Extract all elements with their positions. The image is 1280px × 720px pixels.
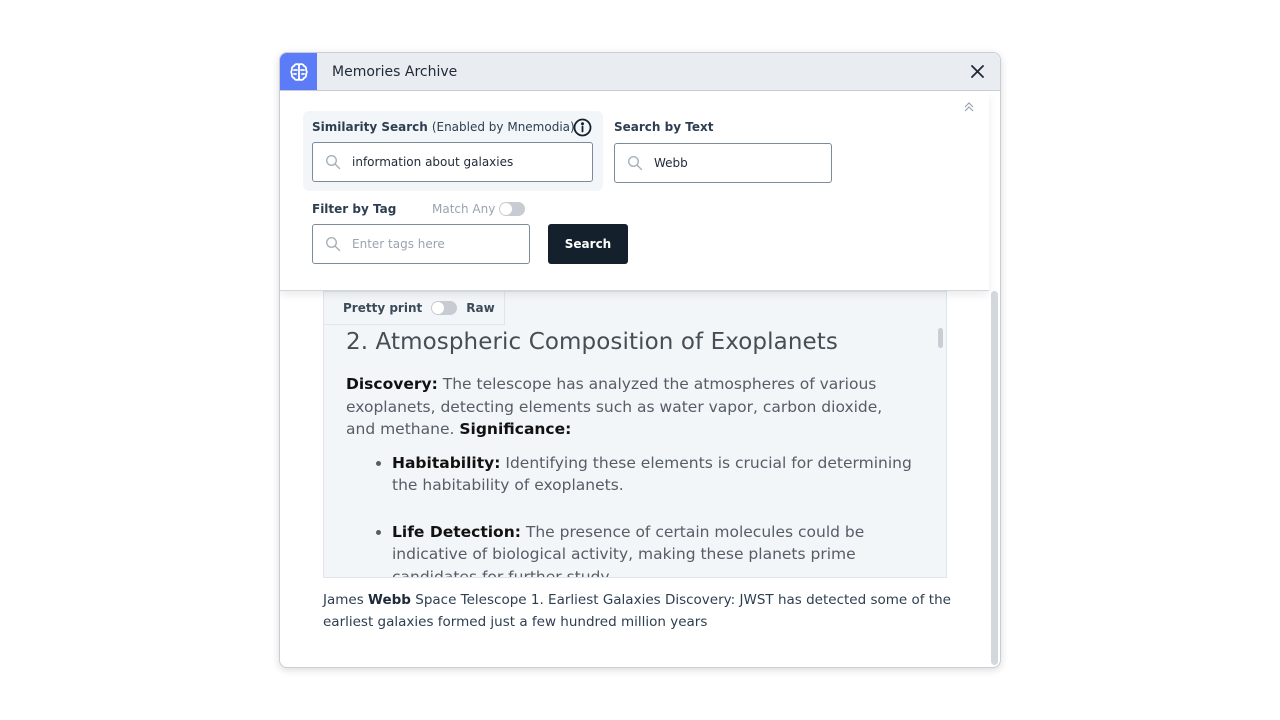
brain-icon <box>280 53 317 90</box>
chevron-double-up-icon <box>964 102 974 112</box>
pretty-print-label: Pretty print <box>343 301 423 315</box>
snippet-text: Space Telescope 1. Earliest Galaxies Dis… <box>323 592 951 630</box>
search-panel: Similarity Search (Enabled by Mnemodia) … <box>280 92 989 291</box>
list-item: Life Detection: The presence of certain … <box>392 521 916 578</box>
info-icon[interactable] <box>573 118 592 137</box>
result-content: 2. Atmospheric Composition of Exoplanets… <box>346 325 916 578</box>
search-by-text-label: Search by Text <box>614 120 714 134</box>
window-title: Memories Archive <box>332 63 458 80</box>
result-card: Pretty print Raw 2. Atmospheric Composit… <box>323 291 947 578</box>
raw-label: Raw <box>466 301 495 315</box>
similarity-label: Similarity Search <box>312 120 428 134</box>
discovery-label: Discovery: <box>346 375 438 393</box>
list-item: Habitability: Identifying these elements… <box>392 452 916 497</box>
result-snippet: James Webb Space Telescope 1. Earliest G… <box>323 589 953 633</box>
close-icon <box>970 64 984 78</box>
main-scrollbar[interactable] <box>991 291 998 665</box>
snippet-text: James <box>323 592 369 608</box>
similarity-search-input[interactable]: information about galaxies <box>312 142 593 182</box>
tag-filter-input[interactable]: Enter tags here <box>312 224 530 264</box>
match-any-toggle[interactable] <box>499 202 526 216</box>
significance-list: Habitability: Identifying these elements… <box>392 452 916 578</box>
collapse-panel-button[interactable] <box>963 98 977 112</box>
match-any-label: Match Any <box>432 202 496 216</box>
similarity-search-value: information about galaxies <box>352 155 514 169</box>
view-mode-toggle-group: Pretty print Raw <box>324 292 505 325</box>
search-icon <box>325 154 341 170</box>
text-search-value: Webb <box>654 156 688 170</box>
bullet-label: Habitability: <box>392 453 501 472</box>
match-any-control: Match Any <box>432 202 526 216</box>
result-heading: 2. Atmospheric Composition of Exoplanets <box>346 329 838 355</box>
text-search-input[interactable]: Webb <box>614 143 832 183</box>
similarity-search-box: Similarity Search (Enabled by Mnemodia) … <box>303 111 603 191</box>
search-icon <box>325 236 341 252</box>
search-icon <box>627 155 643 171</box>
close-button[interactable] <box>968 62 986 80</box>
bullet-label: Life Detection: <box>392 522 521 541</box>
memories-archive-window: Memories Archive Pretty print Raw 2. Atm… <box>279 52 1001 668</box>
search-button[interactable]: Search <box>548 224 628 264</box>
snippet-highlight: Webb <box>368 592 411 608</box>
similarity-sublabel: (Enabled by Mnemodia) <box>431 120 575 134</box>
similarity-search-label: Similarity Search (Enabled by Mnemodia) <box>312 120 575 134</box>
significance-label: Significance: <box>459 420 572 438</box>
pretty-raw-toggle[interactable] <box>431 301 458 315</box>
discovery-paragraph: Discovery: The telescope has analyzed th… <box>346 373 916 441</box>
title-bar: Memories Archive <box>280 53 1000 91</box>
result-scrollbar[interactable] <box>938 328 943 348</box>
filter-by-tag-label: Filter by Tag <box>312 202 397 216</box>
tag-filter-placeholder: Enter tags here <box>352 237 445 251</box>
